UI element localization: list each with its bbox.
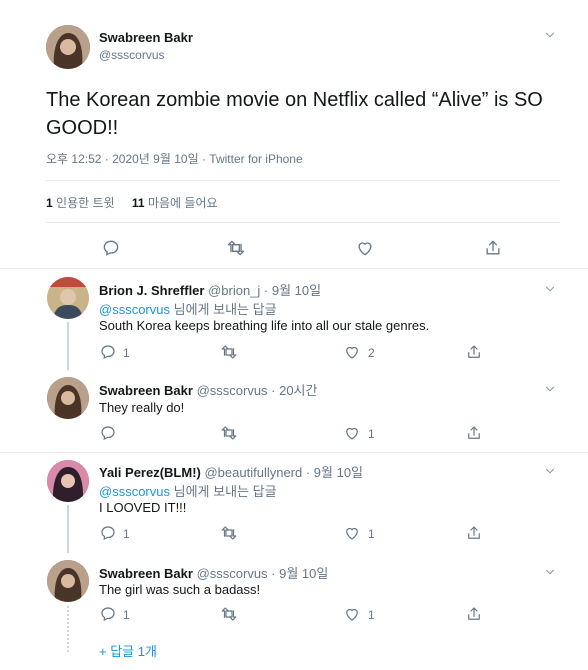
share-icon[interactable] <box>465 424 483 442</box>
thread-line <box>67 322 69 370</box>
divider <box>0 268 588 269</box>
reply-count: 1 <box>123 608 130 622</box>
tweet-meta[interactable]: 오후 12:52 · 2020년 9월 10일 · Twitter for iP… <box>46 150 303 167</box>
divider <box>46 180 560 181</box>
reply-to-suffix: 님에게 보내는 답글 <box>173 484 277 499</box>
reply-text: They really do! <box>99 400 185 415</box>
reply-handle-time[interactable]: @beautifullynerd · 9월 10일 <box>204 465 363 480</box>
like-count: 1 <box>368 608 375 622</box>
replying-to: @ssscorvus 님에게 보내는 답글 <box>99 299 277 318</box>
like-count: 2 <box>368 346 375 360</box>
avatar[interactable] <box>47 377 89 419</box>
reply-handle-time[interactable]: @ssscorvus · 20시간 <box>197 383 318 398</box>
like-icon[interactable] <box>343 343 361 361</box>
avatar[interactable] <box>47 277 89 319</box>
reply-icon[interactable] <box>99 424 117 442</box>
retweet-icon[interactable] <box>220 605 238 623</box>
share-icon[interactable] <box>465 343 483 361</box>
like-count: 1 <box>368 427 375 441</box>
chevron-down-icon[interactable] <box>543 282 557 296</box>
chevron-down-icon[interactable] <box>543 28 557 42</box>
reply-header: Brion J. Shreffler @brion_j · 9월 10일 <box>99 280 321 299</box>
chevron-down-icon[interactable] <box>543 464 557 478</box>
reply-text: The girl was such a badass! <box>99 582 261 597</box>
share-icon[interactable] <box>465 605 483 623</box>
avatar[interactable] <box>46 25 90 69</box>
like-count: 1 <box>368 527 375 541</box>
divider <box>0 452 588 453</box>
share-icon[interactable] <box>465 524 483 542</box>
reply-text: South Korea keeps breathing life into al… <box>99 318 430 333</box>
chevron-down-icon[interactable] <box>543 382 557 396</box>
reply-count: 1 <box>123 346 130 360</box>
thread-line-dotted <box>67 606 69 652</box>
tweet-stats: 1 인용한 트윗 11 마음에 들어요 <box>46 194 218 211</box>
divider <box>46 222 560 223</box>
like-icon[interactable] <box>343 424 361 442</box>
reply-to-handle[interactable]: @ssscorvus <box>99 302 170 317</box>
like-icon[interactable] <box>343 524 361 542</box>
reply-header: Swabreen Bakr @ssscorvus · 9월 10일 <box>99 563 328 582</box>
tweet-text: The Korean zombie movie on Netflix calle… <box>46 89 543 139</box>
thread-line <box>67 505 69 553</box>
reply-header: Yali Perez(BLM!) @beautifullynerd · 9월 1… <box>99 462 363 481</box>
retweet-icon[interactable] <box>220 343 238 361</box>
avatar[interactable] <box>47 460 89 502</box>
reply-icon[interactable] <box>99 524 117 542</box>
chevron-down-icon[interactable] <box>543 565 557 579</box>
reply-header: Swabreen Bakr @ssscorvus · 20시간 <box>99 380 317 399</box>
author-name[interactable]: Swabreen Bakr <box>99 30 193 45</box>
share-icon[interactable] <box>483 238 503 258</box>
reply-handle-time[interactable]: @ssscorvus · 9월 10일 <box>197 566 329 581</box>
reply-author-name[interactable]: Swabreen Bakr <box>99 383 193 398</box>
author-handle[interactable]: @ssscorvus <box>99 48 165 62</box>
like-icon[interactable] <box>355 238 375 258</box>
reply-author-name[interactable]: Brion J. Shreffler <box>99 283 204 298</box>
like-icon[interactable] <box>343 605 361 623</box>
retweet-icon[interactable] <box>220 424 238 442</box>
reply-count: 1 <box>123 527 130 541</box>
replying-to: @ssscorvus 님에게 보내는 답글 <box>99 481 277 500</box>
likes-count[interactable]: 11 <box>132 196 145 210</box>
reply-author-name[interactable]: Yali Perez(BLM!) <box>99 465 201 480</box>
quotes-label[interactable]: 인용한 트윗 <box>56 196 115 210</box>
reply-icon[interactable] <box>99 605 117 623</box>
avatar[interactable] <box>47 560 89 602</box>
likes-label[interactable]: 마음에 들어요 <box>148 196 218 210</box>
reply-to-suffix: 님에게 보내는 답글 <box>173 302 277 317</box>
quotes-count[interactable]: 1 <box>46 196 53 210</box>
reply-to-handle[interactable]: @ssscorvus <box>99 484 170 499</box>
reply-text: I LOOVED IT!!! <box>99 500 187 515</box>
reply-handle-time[interactable]: @brion_j · 9월 10일 <box>208 283 321 298</box>
reply-author-name[interactable]: Swabreen Bakr <box>99 566 193 581</box>
reply-icon[interactable] <box>99 343 117 361</box>
reply-icon[interactable] <box>101 238 121 258</box>
retweet-icon[interactable] <box>226 238 246 258</box>
retweet-icon[interactable] <box>220 524 238 542</box>
show-more-replies-link[interactable]: + 답글 1개 <box>99 641 157 660</box>
